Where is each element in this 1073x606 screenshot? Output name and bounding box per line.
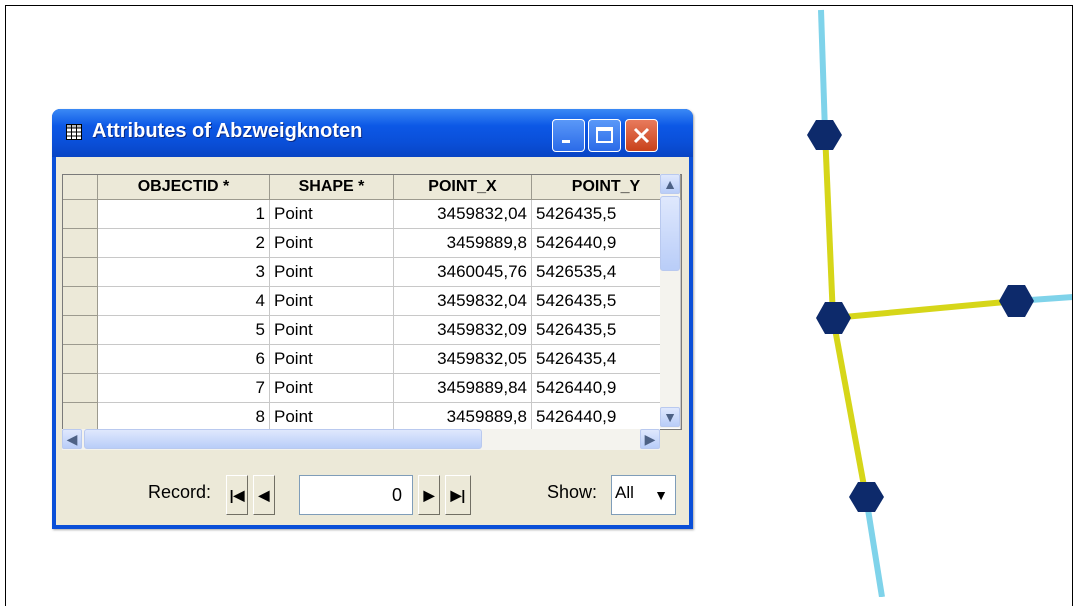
chevron-up-icon: ▲ xyxy=(663,176,677,192)
close-icon xyxy=(633,127,650,144)
show-dropdown[interactable]: All ▼ xyxy=(611,475,676,515)
cell-point-y[interactable]: 5426440,9 xyxy=(532,374,681,403)
cell-objectid[interactable]: 2 xyxy=(98,229,270,258)
first-record-icon: |◀ xyxy=(229,487,245,503)
previous-record-button[interactable]: ◀ xyxy=(253,475,275,515)
row-selector[interactable] xyxy=(63,258,98,287)
row-selector[interactable] xyxy=(63,229,98,258)
last-record-button[interactable]: ▶| xyxy=(445,475,471,515)
row-selector[interactable] xyxy=(63,403,98,429)
cell-point-x[interactable]: 3459832,04 xyxy=(394,200,532,229)
cell-objectid[interactable]: 3 xyxy=(98,258,270,287)
maximize-button[interactable] xyxy=(588,119,621,152)
cell-objectid[interactable]: 6 xyxy=(98,345,270,374)
cell-shape[interactable]: Point xyxy=(270,287,394,316)
record-number-input[interactable]: 0 xyxy=(299,475,413,515)
cell-point-x[interactable]: 3459889,84 xyxy=(394,374,532,403)
scroll-right-button[interactable]: ▶ xyxy=(640,429,660,449)
cell-objectid[interactable]: 1 xyxy=(98,200,270,229)
cell-point-x[interactable]: 3459889,8 xyxy=(394,229,532,258)
column-header-shape[interactable]: SHAPE * xyxy=(270,175,394,200)
table-icon xyxy=(66,124,82,140)
cell-point-y[interactable]: 5426435,5 xyxy=(532,316,681,345)
cell-objectid[interactable]: 7 xyxy=(98,374,270,403)
cell-objectid[interactable]: 8 xyxy=(98,403,270,429)
chevron-down-icon: ▼ xyxy=(663,409,677,425)
cell-shape[interactable]: Point xyxy=(270,345,394,374)
chevron-right-icon: ▶ xyxy=(644,431,656,447)
cell-point-x[interactable]: 3459889,8 xyxy=(394,403,532,429)
horizontal-scroll-thumb[interactable] xyxy=(84,429,482,449)
record-navigation-bar: Record: |◀ ◀ 0 ▶ ▶| Show: All ▼ xyxy=(56,453,689,525)
cell-point-y[interactable]: 5426435,4 xyxy=(532,345,681,374)
cell-point-y[interactable]: 5426440,9 xyxy=(532,229,681,258)
row-selector[interactable] xyxy=(63,200,98,229)
row-selector[interactable] xyxy=(63,287,98,316)
vertical-scrollbar[interactable]: ▲ ▼ xyxy=(660,174,680,428)
attributes-window: Attributes of Abzweigknoten OBJECTID * S… xyxy=(52,109,693,529)
cell-point-y[interactable]: 5426435,5 xyxy=(532,287,681,316)
cell-objectid[interactable]: 5 xyxy=(98,316,270,345)
cell-objectid[interactable]: 4 xyxy=(98,287,270,316)
cell-shape[interactable]: Point xyxy=(270,403,394,429)
horizontal-scrollbar[interactable]: ◀ ▶ xyxy=(62,429,660,450)
scroll-down-button[interactable]: ▼ xyxy=(660,407,680,427)
column-header-point-y[interactable]: POINT_Y xyxy=(532,175,681,200)
first-record-button[interactable]: |◀ xyxy=(226,475,248,515)
chevron-left-icon: ◀ xyxy=(66,431,78,447)
minimize-button[interactable] xyxy=(552,119,585,152)
cell-point-x[interactable]: 3459832,04 xyxy=(394,287,532,316)
close-button[interactable] xyxy=(625,119,658,152)
cell-shape[interactable]: Point xyxy=(270,229,394,258)
cell-point-x[interactable]: 3459832,05 xyxy=(394,345,532,374)
maximize-icon xyxy=(596,127,613,143)
cell-shape[interactable]: Point xyxy=(270,258,394,287)
record-label: Record: xyxy=(148,482,212,502)
window-titlebar[interactable]: Attributes of Abzweigknoten xyxy=(52,109,693,157)
scroll-left-button[interactable]: ◀ xyxy=(62,429,82,449)
vertical-scroll-thumb[interactable] xyxy=(660,196,680,271)
last-record-icon: ▶| xyxy=(450,487,466,503)
chevron-down-icon[interactable]: ▼ xyxy=(649,482,673,508)
attribute-table: OBJECTID * SHAPE * POINT_X POINT_Y 1 Poin… xyxy=(62,174,682,430)
row-selector-header[interactable] xyxy=(63,175,98,200)
cell-point-x[interactable]: 3460045,76 xyxy=(394,258,532,287)
column-header-objectid[interactable]: OBJECTID * xyxy=(98,175,270,200)
window-title: Attributes of Abzweigknoten xyxy=(92,120,363,142)
cell-point-y[interactable]: 5426435,5 xyxy=(532,200,681,229)
minimize-icon xyxy=(562,140,570,143)
scroll-up-button[interactable]: ▲ xyxy=(660,174,680,194)
show-label: Show: xyxy=(547,482,598,502)
row-selector[interactable] xyxy=(63,374,98,403)
cell-point-x[interactable]: 3459832,09 xyxy=(394,316,532,345)
cell-shape[interactable]: Point xyxy=(270,200,394,229)
next-record-button[interactable]: ▶ xyxy=(418,475,440,515)
column-header-point-x[interactable]: POINT_X xyxy=(394,175,532,200)
row-selector[interactable] xyxy=(63,316,98,345)
row-selector[interactable] xyxy=(63,345,98,374)
cell-shape[interactable]: Point xyxy=(270,316,394,345)
show-selected-value: All xyxy=(615,483,634,502)
previous-record-icon: ◀ xyxy=(258,487,270,503)
window-client: OBJECTID * SHAPE * POINT_X POINT_Y 1 Poin… xyxy=(56,157,689,525)
cell-point-y[interactable]: 5426440,9 xyxy=(532,403,681,429)
cell-shape[interactable]: Point xyxy=(270,374,394,403)
cell-point-y[interactable]: 5426535,4 xyxy=(532,258,681,287)
next-record-icon: ▶ xyxy=(423,487,435,503)
